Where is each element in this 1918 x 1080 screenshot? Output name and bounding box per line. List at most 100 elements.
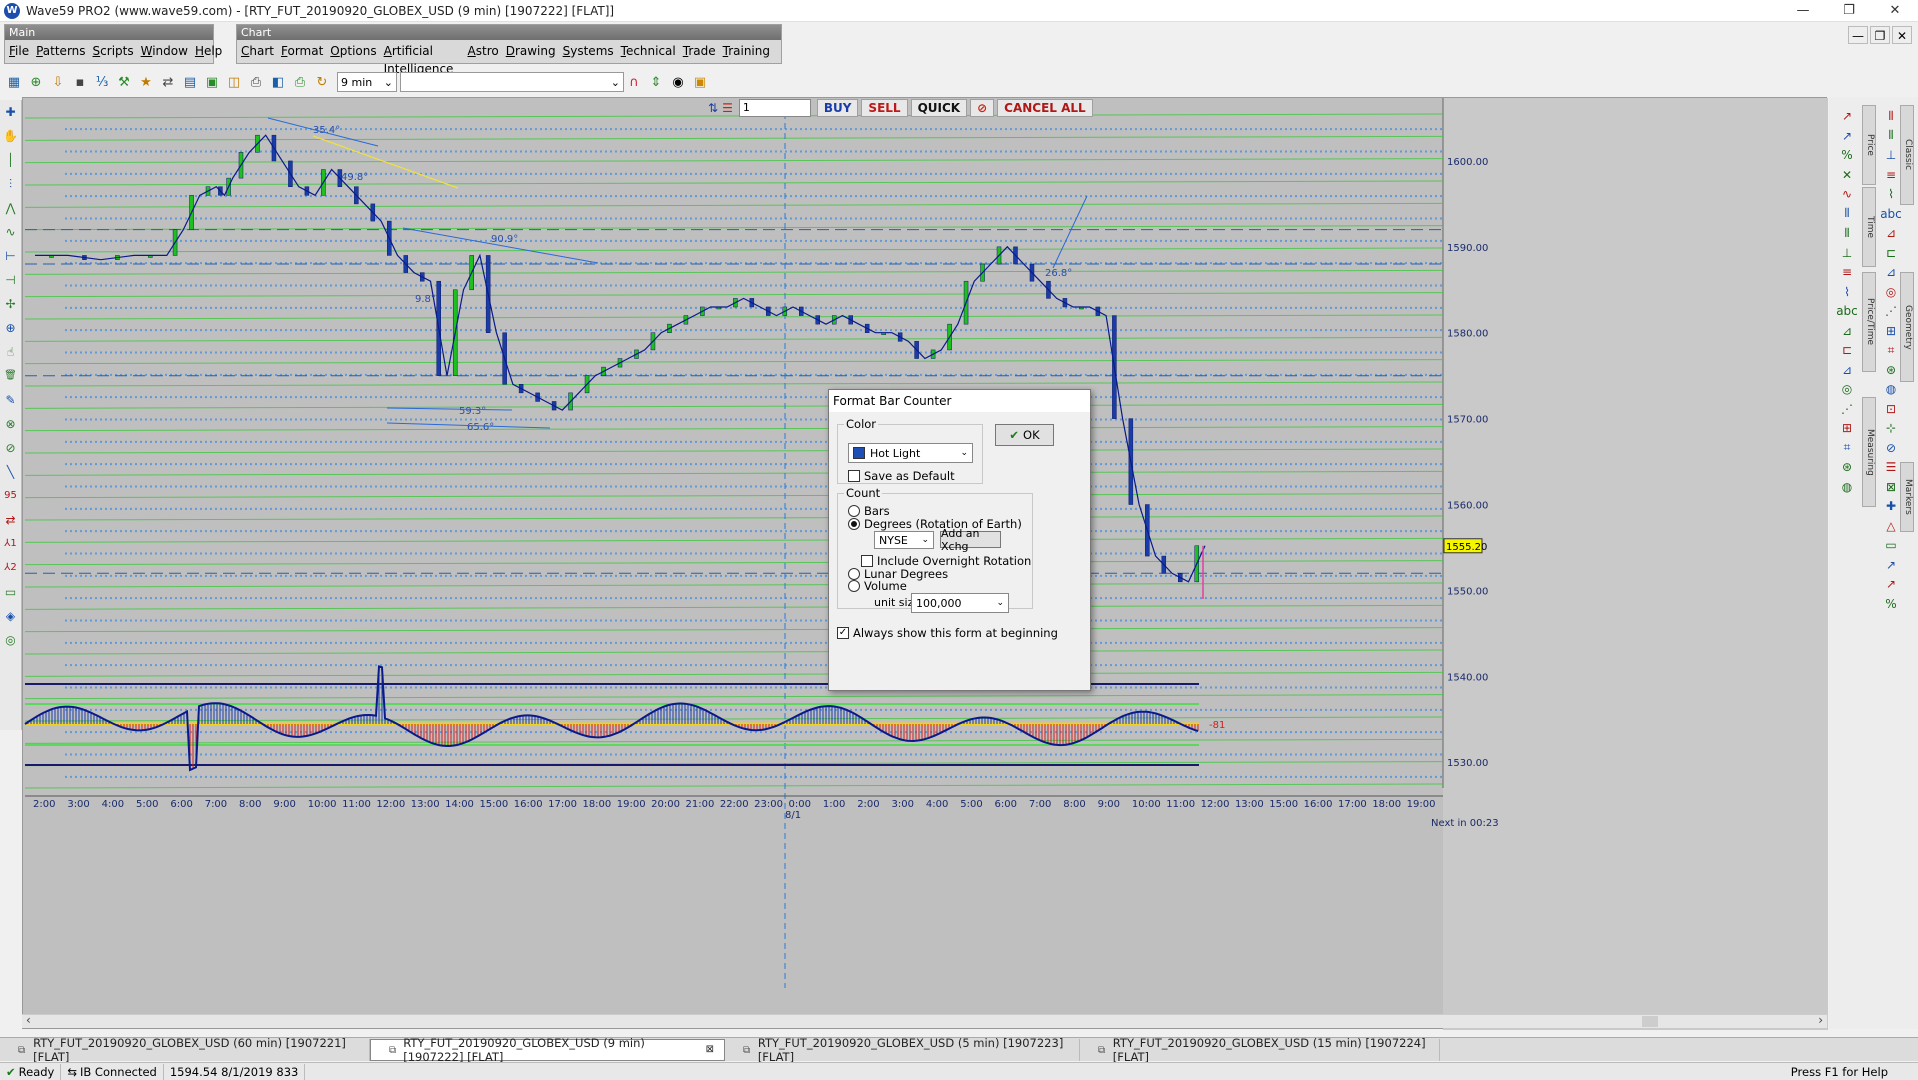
printer-icon[interactable]: ⎙ — [290, 72, 310, 92]
cancel-all-button[interactable]: CANCEL ALL — [997, 99, 1093, 117]
color-select[interactable]: Hot Light ⌄ — [848, 443, 973, 463]
color-value: Hot Light — [870, 446, 921, 460]
drawing-tool-icon[interactable]: ✢ — [5, 292, 15, 316]
magnet-icon[interactable]: ∩ — [624, 72, 644, 92]
trade-settings-icon[interactable]: ⇅ — [708, 101, 718, 115]
chart-open-icon[interactable]: ▦ — [4, 72, 24, 92]
save-default-checkbox[interactable]: Save as Default — [848, 469, 955, 483]
chart-tab[interactable]: ⧉ RTY_FUT_20190920_GLOBEX_USD (9 min) [19… — [370, 1036, 725, 1064]
drawing-tool-icon[interactable]: ⊗ — [5, 412, 15, 436]
symbol-select[interactable]: ⌄ — [400, 72, 624, 92]
main-menu-window[interactable]: Window — [141, 42, 188, 60]
drawing-tool-icon[interactable]: ◎ — [5, 628, 15, 652]
bars-radio[interactable]: Bars — [848, 504, 890, 518]
drawing-tool-icon[interactable]: ⫶ — [9, 172, 12, 196]
drawing-tool-icon[interactable]: ◈ — [6, 604, 15, 628]
hammer-icon[interactable]: ⚒ — [114, 72, 134, 92]
horizontal-scrollbar[interactable]: ‹ › — [22, 1013, 1827, 1028]
stop-icon[interactable]: ⊘ — [970, 99, 995, 117]
minimize-button[interactable]: — — [1780, 0, 1826, 22]
quantity-input[interactable]: 1 — [738, 99, 811, 117]
drawing-tool-icon[interactable]: ∿ — [5, 220, 15, 244]
exchange-select[interactable]: NYSE ⌄ — [874, 531, 934, 549]
zoom-icon[interactable]: ⊕ — [26, 72, 46, 92]
drawing-tool-icon[interactable]: ✋ — [3, 124, 18, 148]
quick-button[interactable]: QUICK — [910, 99, 968, 117]
ready-label: Ready — [18, 1064, 55, 1079]
time-tick-label: 4:00 — [926, 799, 948, 810]
drawing-tool-icon[interactable]: ☝ — [7, 340, 14, 364]
add-exchange-button[interactable]: Add an Xchg — [940, 527, 1001, 553]
interval-select[interactable]: 9 min ⌄ — [337, 72, 397, 92]
close-tab-icon[interactable]: ⊠ — [706, 1044, 714, 1055]
chart-tab[interactable]: ⧉ RTY_FUT_20190920_GLOBEX_USD (60 min) [1… — [0, 1036, 370, 1064]
scroll-thumb[interactable] — [1642, 1016, 1658, 1027]
scroll-left-icon[interactable]: ‹ — [26, 1013, 31, 1027]
panel-tab-time[interactable]: Time — [1862, 187, 1876, 267]
ok-button[interactable]: ✔ OK — [995, 424, 1054, 446]
buy-button[interactable]: BUY — [816, 99, 859, 117]
mdi-close-button[interactable]: ✕ — [1892, 26, 1912, 44]
drawing-tool-icon[interactable]: ✎ — [5, 388, 15, 412]
counter-icon[interactable]: ⅓ — [92, 72, 112, 92]
unit-size-select[interactable]: 100,000 ⌄ — [911, 593, 1009, 613]
drawing-tool-icon[interactable]: ⊘ — [5, 436, 15, 460]
main-menu-help[interactable]: Help — [195, 42, 222, 60]
time-tick-label: 14:00 — [445, 799, 474, 810]
exchange-icon[interactable]: ⇄ — [158, 72, 178, 92]
drawing-tool-icon[interactable]: ▭ — [5, 580, 16, 604]
scan-icon[interactable]: ◧ — [268, 72, 288, 92]
time-tick-label: 19:00 — [617, 799, 646, 810]
drawing-tool-icon[interactable]: ⇄ — [5, 508, 15, 532]
main-menu-file[interactable]: File — [9, 42, 29, 60]
chart-tab[interactable]: ⧉ RTY_FUT_20190920_GLOBEX_USD (5 min) [19… — [725, 1036, 1080, 1064]
always-show-checkbox[interactable]: ✓ Always show this form at beginning — [837, 626, 1058, 640]
panel-tool-icon[interactable]: ◍ — [1835, 476, 1859, 498]
mdi-restore-button[interactable]: ❐ — [1870, 26, 1890, 44]
import-icon[interactable]: ⇩ — [48, 72, 68, 92]
volume-radio[interactable]: Volume — [848, 579, 907, 593]
drawing-tool-icon[interactable]: │ — [7, 148, 14, 172]
folder-open-icon[interactable]: ▣ — [690, 72, 710, 92]
restore-button[interactable]: ❐ — [1826, 0, 1872, 22]
print-preview-icon[interactable]: ◫ — [224, 72, 244, 92]
green-level-line — [24, 515, 1444, 521]
drawing-tool-icon[interactable]: ⋀ — [6, 196, 16, 220]
refresh-icon[interactable]: ↻ — [312, 72, 332, 92]
eye-icon[interactable]: ◉ — [668, 72, 688, 92]
price-tick-label: 1540.00 — [1447, 672, 1488, 683]
trade-lines-icon[interactable]: ☰ — [722, 101, 733, 115]
panel-tool-icon[interactable]: % — [1879, 593, 1903, 615]
star-icon[interactable]: ★ — [136, 72, 156, 92]
scroll-right-icon[interactable]: › — [1818, 1013, 1823, 1027]
time-tick-label: 1:00 — [823, 799, 845, 810]
drawing-tool-icon[interactable]: ⅄1 — [4, 532, 16, 556]
drawing-tool-icon[interactable]: ⊕ — [5, 316, 15, 340]
updown-icon[interactable]: ⇕ — [646, 72, 666, 92]
time-tick-label: 11:00 — [342, 799, 371, 810]
drawing-tool-icon[interactable]: ⊣ — [5, 268, 15, 292]
main-menu-scripts[interactable]: Scripts — [93, 42, 134, 60]
panel-tab-measuring[interactable]: Measuring — [1862, 397, 1876, 507]
print-icon[interactable]: ⎙ — [246, 72, 266, 92]
drawing-tool-icon[interactable]: 🗑 — [4, 364, 17, 388]
include-overnight-checkbox[interactable]: Include Overnight Rotation — [861, 554, 1031, 568]
main-menu-patterns[interactable]: Patterns — [36, 42, 85, 60]
folder-icon[interactable]: ▤ — [180, 72, 200, 92]
sell-button[interactable]: SELL — [861, 99, 908, 117]
mdi-minimize-button[interactable]: — — [1848, 26, 1868, 44]
close-button[interactable]: ✕ — [1872, 0, 1918, 22]
drawing-tool-icon[interactable]: ⅄2 — [4, 556, 16, 580]
time-tick-label: 16:00 — [1304, 799, 1333, 810]
chart-tab[interactable]: ⧉ RTY_FUT_20190920_GLOBEX_USD (15 min) [1… — [1080, 1036, 1440, 1064]
price-tick-label: 1580.00 — [1447, 329, 1488, 340]
drawing-tool-icon[interactable]: ⊢ — [5, 244, 15, 268]
drawing-tool-icon[interactable]: ✚ — [5, 100, 15, 124]
panel-tab-price[interactable]: Price — [1862, 105, 1876, 185]
drawing-tool-icon[interactable]: 95 — [4, 484, 17, 508]
save-icon[interactable]: ▣ — [202, 72, 222, 92]
color-swatch — [853, 447, 865, 459]
camera-icon[interactable]: ▪ — [70, 72, 90, 92]
drawing-tool-icon[interactable]: ╲ — [7, 460, 14, 484]
panel-tab-price-time[interactable]: Price/Time — [1862, 272, 1876, 372]
